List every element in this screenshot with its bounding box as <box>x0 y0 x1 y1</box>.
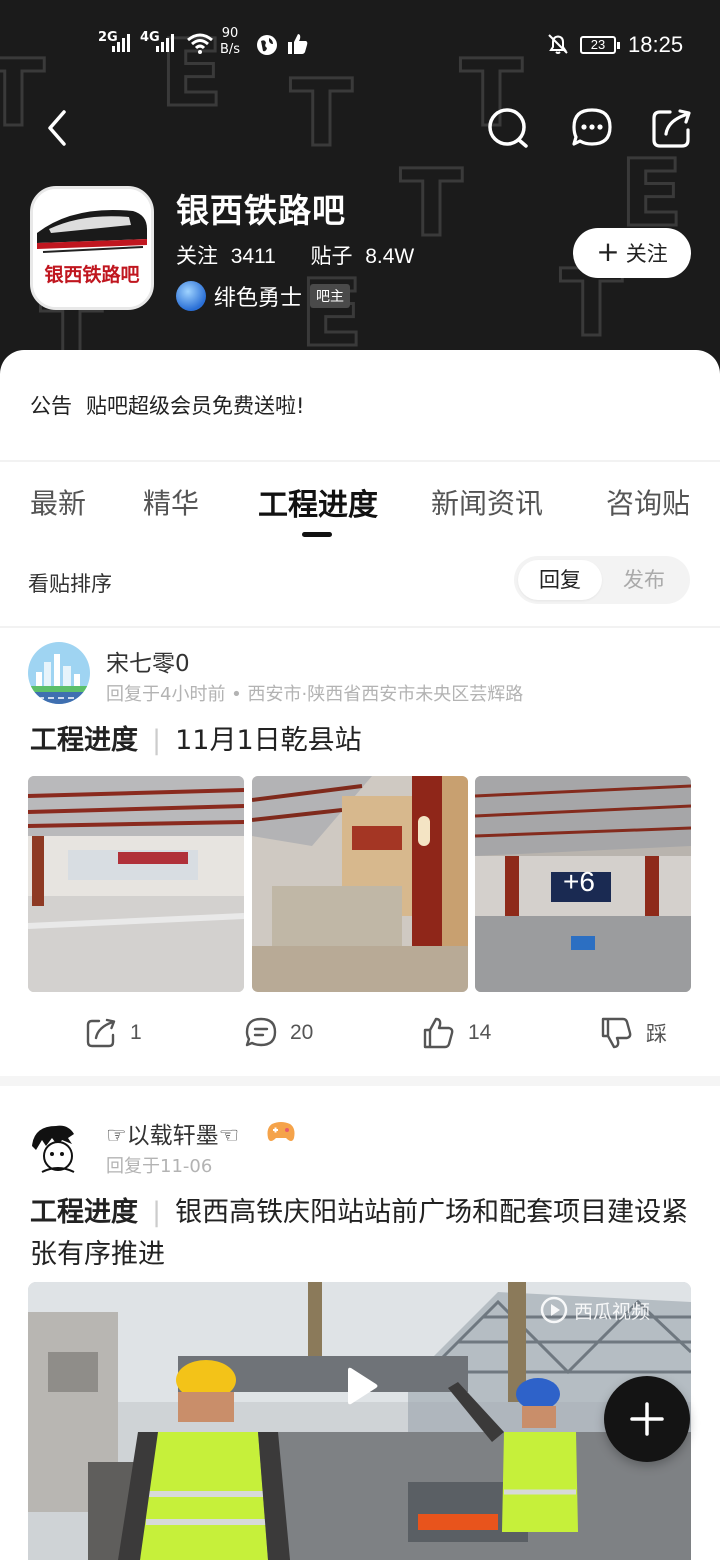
owner-badge: 吧主 <box>310 284 351 308</box>
sort-by-post[interactable]: 发布 <box>602 560 686 600</box>
post-meta: 回复于4小时前 • 西安市·陕西省西安市未央区芸辉路 <box>106 684 524 705</box>
globe-icon <box>257 35 277 55</box>
station-hall-image <box>252 776 468 992</box>
play-icon[interactable] <box>340 1366 380 1406</box>
followers-count: 3411 <box>230 245 276 268</box>
sort-label: 看贴排序 <box>28 572 112 596</box>
forum-avatar[interactable]: 银西铁路吧 <box>30 186 154 310</box>
active-tab-indicator <box>302 532 332 537</box>
comment-icon <box>245 1017 277 1047</box>
post-image[interactable] <box>252 776 468 992</box>
comment-action[interactable]: 20 <box>244 1016 313 1050</box>
sort-by-reply[interactable]: 回复 <box>518 560 602 600</box>
post-title-text: 11月1日乾县站 <box>175 725 362 756</box>
post-video[interactable]: 西瓜视频 <box>28 1282 691 1560</box>
title-separator: | <box>152 1197 162 1228</box>
share-icon[interactable] <box>650 106 694 150</box>
tab-news[interactable]: 新闻资讯 <box>431 482 543 522</box>
comment-count: 20 <box>290 1021 314 1044</box>
post-image[interactable] <box>28 776 244 992</box>
notice-bar[interactable]: 公告 贴吧超级会员免费送啦! <box>30 390 304 420</box>
thumbs-down-icon <box>601 1017 632 1049</box>
message-icon[interactable] <box>570 106 614 150</box>
header-pattern: T <box>289 59 355 169</box>
battery-icon: 23 <box>580 36 620 54</box>
share-count: 1 <box>130 1021 142 1044</box>
clock: 18:25 <box>628 32 684 57</box>
post-author[interactable]: 宋七零0 <box>106 644 190 678</box>
post-image[interactable]: +6 <box>475 776 691 992</box>
wifi-icon <box>187 33 213 54</box>
posts-count: 8.4W <box>365 245 415 268</box>
title-separator: | <box>152 725 162 756</box>
svg-text:银西铁路吧: 银西铁路吧 <box>44 263 139 286</box>
share-icon <box>86 1018 116 1048</box>
divider <box>0 460 720 462</box>
tab-consult[interactable]: 咨询贴 <box>606 482 690 522</box>
tab-featured[interactable]: 精华 <box>143 482 199 522</box>
signal-icon <box>112 32 130 52</box>
post-title[interactable]: 工程进度 | 银西高铁庆阳站站前广场和配套项目建设紧张有序推进 <box>30 1192 695 1276</box>
notice-text: 贴吧超级会员免费送啦! <box>86 394 305 418</box>
posts-label: 贴子 <box>310 244 353 268</box>
like-count: 14 <box>468 1021 492 1044</box>
search-icon[interactable] <box>486 106 530 150</box>
plus-icon: + <box>596 234 620 268</box>
follow-button[interactable]: + 关注 <box>573 228 691 278</box>
new-post-button[interactable] <box>604 1376 690 1462</box>
station-hall-image <box>28 776 244 992</box>
owner-avatar <box>176 281 206 311</box>
forum-name: 银西铁路吧 <box>176 191 346 230</box>
back-icon[interactable] <box>36 106 80 150</box>
speed-unit: B/s <box>220 42 241 57</box>
like-action[interactable]: 14 <box>422 1016 491 1050</box>
mute-bell-icon <box>548 34 568 54</box>
cartoon-avatar-icon <box>28 1116 90 1178</box>
share-action[interactable]: 1 <box>84 1016 142 1050</box>
thumbs-up-icon <box>288 34 308 54</box>
post-title[interactable]: 工程进度 | 11月1日乾县站 <box>30 720 695 762</box>
tab-latest[interactable]: 最新 <box>30 482 86 522</box>
plus-icon <box>630 1402 664 1436</box>
content-sheet: 公告 贴吧超级会员免费送啦! 最新 精华 工程进度 新闻资讯 咨询贴 看贴排序 回… <box>0 350 720 1560</box>
notice-label: 公告 <box>30 394 72 418</box>
post-author[interactable]: ☞以载轩墨☜ <box>106 1116 239 1150</box>
forum-header: T E T T E T T E T 2G 4G 90 B/s 23 18:25 … <box>0 0 720 380</box>
forum-stats: 关注 3411 贴子 8.4W <box>176 240 442 270</box>
forum-owner[interactable]: 绯色勇士 吧主 <box>176 280 351 312</box>
followers-label: 关注 <box>176 244 218 268</box>
post-separator <box>0 1076 720 1086</box>
play-circle-icon <box>540 1296 568 1324</box>
tab-progress[interactable]: 工程进度 <box>258 480 378 524</box>
tab-bar: 最新 精华 工程进度 新闻资讯 咨询贴 <box>0 478 720 542</box>
follow-button-label: 关注 <box>625 242 668 266</box>
signal-icon <box>156 32 174 52</box>
post-tag: 工程进度 <box>30 725 138 756</box>
watermark-text: 西瓜视频 <box>574 1300 651 1323</box>
sort-toggle: 回复 发布 <box>514 556 690 604</box>
divider <box>0 626 720 628</box>
post-meta: 回复于11-06 <box>106 1156 213 1177</box>
status-bar: 2G 4G 90 B/s 23 18:25 <box>0 22 720 68</box>
gamepad-icon <box>267 1122 295 1141</box>
dislike-action[interactable]: 踩 <box>600 1016 667 1050</box>
thumbs-up-icon <box>423 1017 454 1049</box>
post-tag: 工程进度 <box>30 1197 138 1228</box>
dislike-label: 踩 <box>646 1022 667 1046</box>
post-author-avatar[interactable] <box>28 1116 90 1178</box>
more-images-badge: +6 <box>563 866 595 897</box>
post-actions: 1 20 14 踩 <box>0 1010 720 1058</box>
network-speed: 90 B/s <box>220 26 240 58</box>
train-logo-icon: 银西铁路吧 <box>33 189 151 307</box>
video-watermark: 西瓜视频 <box>540 1296 650 1324</box>
post-author-avatar[interactable] <box>28 642 90 704</box>
owner-name: 绯色勇士 <box>214 286 303 311</box>
speed-value: 90 <box>221 26 239 41</box>
city-avatar-icon <box>28 642 90 704</box>
